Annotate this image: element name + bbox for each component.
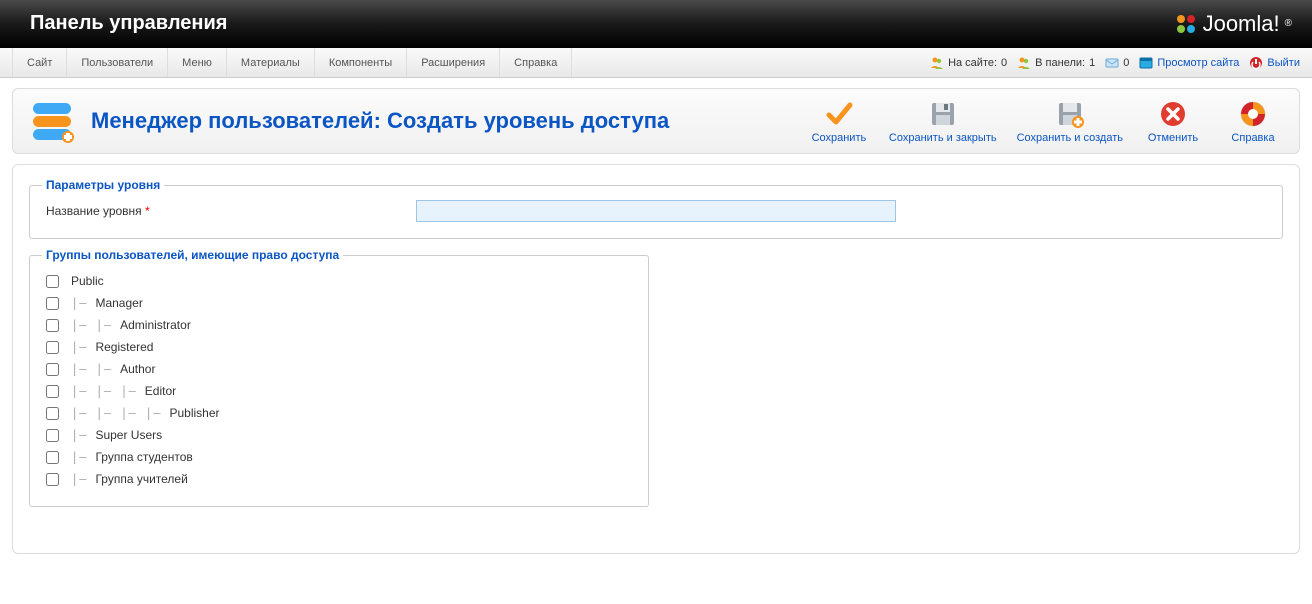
tree-indent: |— — [71, 428, 87, 442]
save-new-icon — [1055, 99, 1085, 129]
users-icon — [1017, 56, 1031, 70]
tree-indent: |— |— — [71, 318, 112, 332]
help-button[interactable]: Справка — [1223, 99, 1283, 144]
group-label: Public — [71, 274, 104, 288]
apply-icon — [824, 99, 854, 129]
status-frontend-users: На сайте: 0 — [930, 56, 1007, 70]
menu-components[interactable]: Компоненты — [315, 48, 407, 77]
level-title-input[interactable] — [416, 200, 896, 222]
group-label: Группа студентов — [95, 450, 192, 464]
logo-text: Joomla! — [1203, 11, 1280, 37]
level-details-fieldset: Параметры уровня Название уровня * — [29, 185, 1283, 239]
joomla-logo: Joomla! ® — [1174, 11, 1292, 37]
tree-indent: |— |— |— |— — [71, 406, 161, 420]
group-label: Registered — [95, 340, 153, 354]
group-row: |— Registered — [46, 336, 632, 358]
toolbar: Сохранить Сохранить и закрыть Сохранить … — [809, 99, 1283, 144]
save-button[interactable]: Сохранить — [809, 99, 869, 144]
save-close-button[interactable]: Сохранить и закрыть — [889, 99, 997, 144]
menubar-left: Сайт Пользователи Меню Материалы Компоне… — [12, 48, 572, 77]
save-close-label: Сохранить и закрыть — [889, 132, 997, 144]
on-site-count: 0 — [1001, 57, 1007, 69]
save-icon — [928, 99, 958, 129]
window-icon — [1139, 56, 1153, 70]
group-checkbox[interactable] — [46, 451, 59, 464]
group-checkbox[interactable] — [46, 407, 59, 420]
group-checkbox[interactable] — [46, 319, 59, 332]
user-groups-legend: Группы пользователей, имеющие право дост… — [42, 248, 343, 262]
in-panel-count: 1 — [1089, 57, 1095, 69]
cancel-label: Отменить — [1148, 132, 1198, 144]
required-star: * — [145, 204, 150, 218]
title-bar: Менеджер пользователей: Создать уровень … — [12, 88, 1300, 154]
level-title-row: Название уровня * — [46, 200, 1266, 222]
status-backend-users: В панели: 1 — [1017, 56, 1095, 70]
group-label: Manager — [95, 296, 142, 310]
level-title-label: Название уровня * — [46, 204, 416, 218]
status-messages[interactable]: 0 — [1105, 56, 1129, 70]
level-details-legend: Параметры уровня — [42, 178, 164, 192]
view-site-label: Просмотр сайта — [1157, 57, 1239, 69]
tree-indent: |— — [71, 450, 87, 464]
group-checkbox[interactable] — [46, 385, 59, 398]
content-panel: Параметры уровня Название уровня * Групп… — [12, 164, 1300, 554]
cancel-button[interactable]: Отменить — [1143, 99, 1203, 144]
header-title: Панель управления — [30, 12, 227, 35]
messages-count: 0 — [1123, 57, 1129, 69]
group-row: |— |— Administrator — [46, 314, 632, 336]
tree-indent: |— — [71, 296, 87, 310]
group-checkbox[interactable] — [46, 473, 59, 486]
in-panel-label: В панели: — [1035, 57, 1085, 69]
group-label: Publisher — [169, 406, 219, 420]
view-site-link[interactable]: Просмотр сайта — [1139, 56, 1239, 70]
tree-indent: |— — [71, 340, 87, 354]
joomla-icon — [1174, 12, 1198, 36]
group-checkbox[interactable] — [46, 429, 59, 442]
access-levels-icon — [29, 97, 77, 145]
group-label: Author — [120, 362, 155, 376]
menu-menus[interactable]: Меню — [168, 48, 227, 77]
tree-indent: |— — [71, 472, 87, 486]
page-title: Менеджер пользователей: Создать уровень … — [91, 108, 809, 134]
logout-label: Выйти — [1267, 57, 1300, 69]
menu-content[interactable]: Материалы — [227, 48, 315, 77]
group-checkbox[interactable] — [46, 341, 59, 354]
on-site-label: На сайте: — [948, 57, 997, 69]
group-row: Public — [46, 270, 632, 292]
group-label: Super Users — [95, 428, 162, 442]
menu-extensions[interactable]: Расширения — [407, 48, 500, 77]
group-label: Группа учителей — [95, 472, 187, 486]
group-label: Editor — [145, 384, 176, 398]
help-label: Справка — [1231, 132, 1274, 144]
save-label: Сохранить — [812, 132, 867, 144]
group-row: |— |— |— |— Publisher — [46, 402, 632, 424]
status-bar: На сайте: 0 В панели: 1 0 Просмотр сайта — [930, 48, 1300, 77]
group-checkbox[interactable] — [46, 275, 59, 288]
menu-users[interactable]: Пользователи — [67, 48, 168, 77]
group-label: Administrator — [120, 318, 191, 332]
help-icon — [1238, 99, 1268, 129]
group-row: |— Manager — [46, 292, 632, 314]
user-groups-fieldset: Группы пользователей, имеющие право дост… — [29, 255, 649, 507]
logout-link[interactable]: Выйти — [1249, 56, 1300, 70]
save-new-button[interactable]: Сохранить и создать — [1017, 99, 1123, 144]
group-checkbox[interactable] — [46, 363, 59, 376]
header: Панель управления Joomla! ® — [0, 0, 1312, 48]
tree-indent: |— |— — [71, 362, 112, 376]
group-row: |— Группа студентов — [46, 446, 632, 468]
group-row: |— Super Users — [46, 424, 632, 446]
group-checkbox[interactable] — [46, 297, 59, 310]
menu-site[interactable]: Сайт — [12, 48, 67, 77]
mail-icon — [1105, 56, 1119, 70]
save-new-label: Сохранить и создать — [1017, 132, 1123, 144]
menu-help[interactable]: Справка — [500, 48, 572, 77]
group-row: |— |— |— Editor — [46, 380, 632, 402]
cancel-icon — [1158, 99, 1188, 129]
tree-indent: |— |— |— — [71, 384, 137, 398]
group-row: |— Группа учителей — [46, 468, 632, 490]
menubar: Сайт Пользователи Меню Материалы Компоне… — [0, 48, 1312, 78]
group-row: |— |— Author — [46, 358, 632, 380]
logout-icon — [1249, 56, 1263, 70]
users-icon — [930, 56, 944, 70]
